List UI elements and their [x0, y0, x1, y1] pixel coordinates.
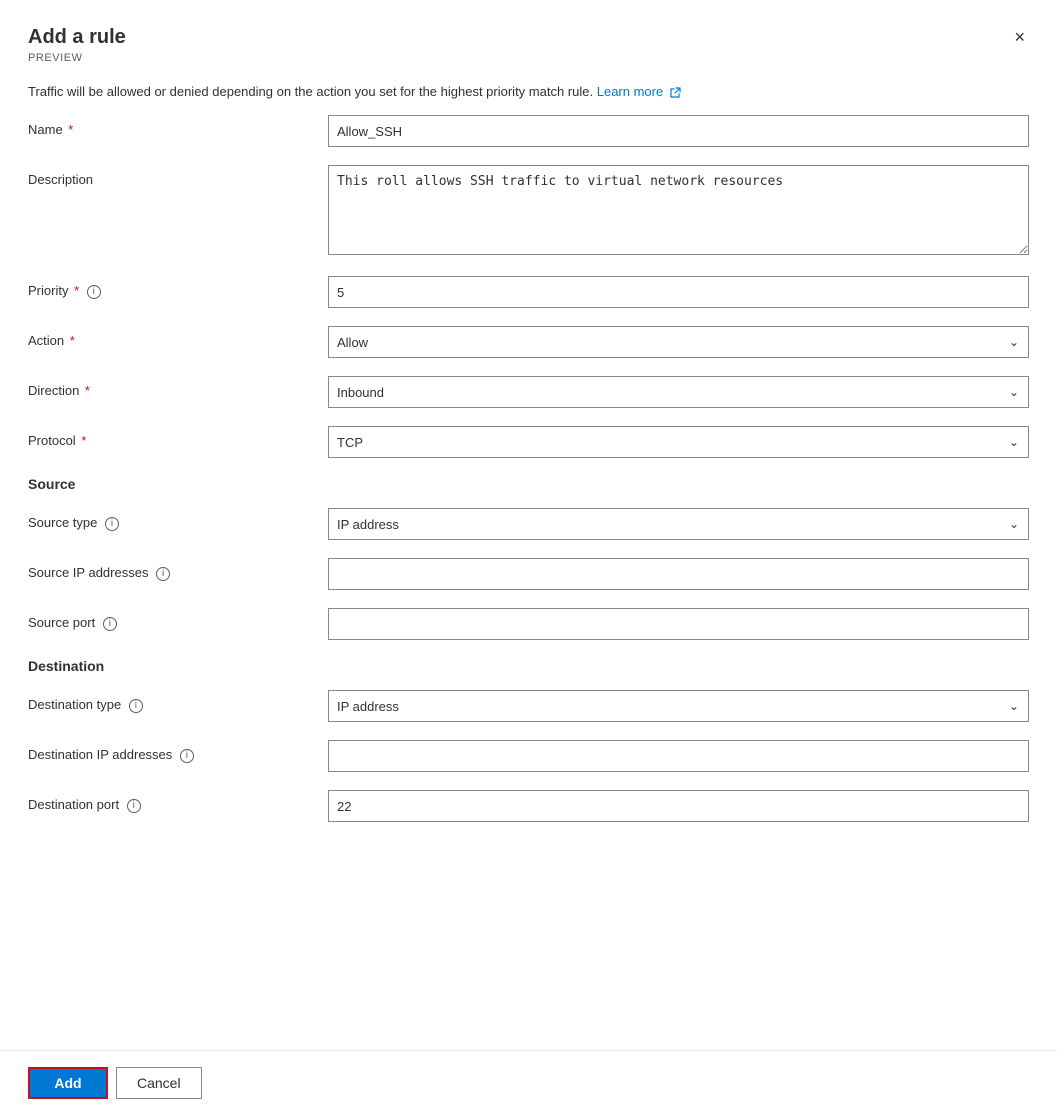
destination-ip-info-icon[interactable]: i: [180, 749, 194, 763]
name-row: Name *: [28, 115, 1029, 147]
destination-ip-control-wrap: [328, 740, 1029, 772]
learn-more-link[interactable]: Learn more: [597, 84, 681, 99]
panel-header: Add a rule PREVIEW ×: [0, 0, 1057, 64]
priority-required: *: [70, 283, 79, 298]
panel-title: Add a rule: [28, 24, 126, 50]
source-ip-input[interactable]: [328, 558, 1029, 590]
destination-port-row: Destination port i: [28, 790, 1029, 822]
action-select[interactable]: Allow Deny: [328, 326, 1029, 358]
source-port-label: Source port i: [28, 608, 328, 631]
source-type-select[interactable]: IP address Service Tag Application secur…: [328, 508, 1029, 540]
name-control-wrap: [328, 115, 1029, 147]
destination-section-heading: Destination: [28, 658, 1029, 674]
destination-type-label: Destination type i: [28, 690, 328, 713]
destination-port-label: Destination port i: [28, 790, 328, 813]
protocol-select[interactable]: TCP UDP Any ICMP: [328, 426, 1029, 458]
destination-type-select[interactable]: IP address Service Tag Application secur…: [328, 690, 1029, 722]
description-row: Description This roll allows SSH traffic…: [28, 165, 1029, 258]
close-button[interactable]: ×: [1010, 24, 1029, 50]
destination-ip-row: Destination IP addresses i: [28, 740, 1029, 772]
action-select-wrap: Allow Deny ⌄: [328, 326, 1029, 358]
name-input[interactable]: [328, 115, 1029, 147]
destination-ip-label: Destination IP addresses i: [28, 740, 328, 763]
source-port-input[interactable]: [328, 608, 1029, 640]
name-label: Name *: [28, 115, 328, 137]
description-label: Description: [28, 165, 328, 187]
priority-info-icon[interactable]: i: [87, 285, 101, 299]
source-ip-control-wrap: [328, 558, 1029, 590]
description-input[interactable]: This roll allows SSH traffic to virtual …: [328, 165, 1029, 255]
protocol-label: Protocol *: [28, 426, 328, 448]
source-ip-label: Source IP addresses i: [28, 558, 328, 581]
panel-title-group: Add a rule PREVIEW: [28, 24, 126, 64]
destination-type-info-icon[interactable]: i: [129, 699, 143, 713]
destination-port-input[interactable]: [328, 790, 1029, 822]
action-label: Action *: [28, 326, 328, 348]
source-ip-info-icon[interactable]: i: [156, 567, 170, 581]
protocol-select-wrap: TCP UDP Any ICMP ⌄: [328, 426, 1029, 458]
panel-footer: Add Cancel: [0, 1050, 1057, 1115]
direction-select-wrap: Inbound Outbound ⌄: [328, 376, 1029, 408]
destination-ip-input[interactable]: [328, 740, 1029, 772]
source-port-info-icon[interactable]: i: [103, 617, 117, 631]
action-row: Action * Allow Deny ⌄: [28, 326, 1029, 358]
add-rule-panel: Add a rule PREVIEW × Traffic will be all…: [0, 0, 1057, 1115]
destination-port-info-icon[interactable]: i: [127, 799, 141, 813]
action-required: *: [66, 333, 75, 348]
source-port-control-wrap: [328, 608, 1029, 640]
form-content: Name * Description This roll allows SSH …: [0, 115, 1057, 1050]
description-control-wrap: This roll allows SSH traffic to virtual …: [328, 165, 1029, 258]
priority-label: Priority * i: [28, 276, 328, 299]
protocol-required: *: [78, 433, 87, 448]
name-required: *: [65, 122, 74, 137]
direction-row: Direction * Inbound Outbound ⌄: [28, 376, 1029, 408]
cancel-button[interactable]: Cancel: [116, 1067, 202, 1099]
panel-subtitle: PREVIEW: [28, 52, 126, 64]
priority-input[interactable]: [328, 276, 1029, 308]
action-control-wrap: Allow Deny ⌄: [328, 326, 1029, 358]
destination-type-row: Destination type i IP address Service Ta…: [28, 690, 1029, 722]
source-type-info-icon[interactable]: i: [105, 517, 119, 531]
external-link-icon: [669, 87, 681, 99]
direction-required: *: [81, 383, 90, 398]
destination-type-control-wrap: IP address Service Tag Application secur…: [328, 690, 1029, 722]
priority-row: Priority * i: [28, 276, 1029, 308]
source-section-heading: Source: [28, 476, 1029, 492]
info-text: Traffic will be allowed or denied depend…: [28, 84, 593, 99]
priority-control-wrap: [328, 276, 1029, 308]
source-port-row: Source port i: [28, 608, 1029, 640]
direction-control-wrap: Inbound Outbound ⌄: [328, 376, 1029, 408]
source-type-select-wrap: IP address Service Tag Application secur…: [328, 508, 1029, 540]
destination-type-select-wrap: IP address Service Tag Application secur…: [328, 690, 1029, 722]
add-button[interactable]: Add: [28, 1067, 108, 1099]
source-type-label: Source type i: [28, 508, 328, 531]
protocol-row: Protocol * TCP UDP Any ICMP ⌄: [28, 426, 1029, 458]
source-ip-row: Source IP addresses i: [28, 558, 1029, 590]
direction-select[interactable]: Inbound Outbound: [328, 376, 1029, 408]
protocol-control-wrap: TCP UDP Any ICMP ⌄: [328, 426, 1029, 458]
source-type-row: Source type i IP address Service Tag App…: [28, 508, 1029, 540]
direction-label: Direction *: [28, 376, 328, 398]
destination-port-control-wrap: [328, 790, 1029, 822]
info-bar: Traffic will be allowed or denied depend…: [0, 64, 1057, 115]
source-type-control-wrap: IP address Service Tag Application secur…: [328, 508, 1029, 540]
